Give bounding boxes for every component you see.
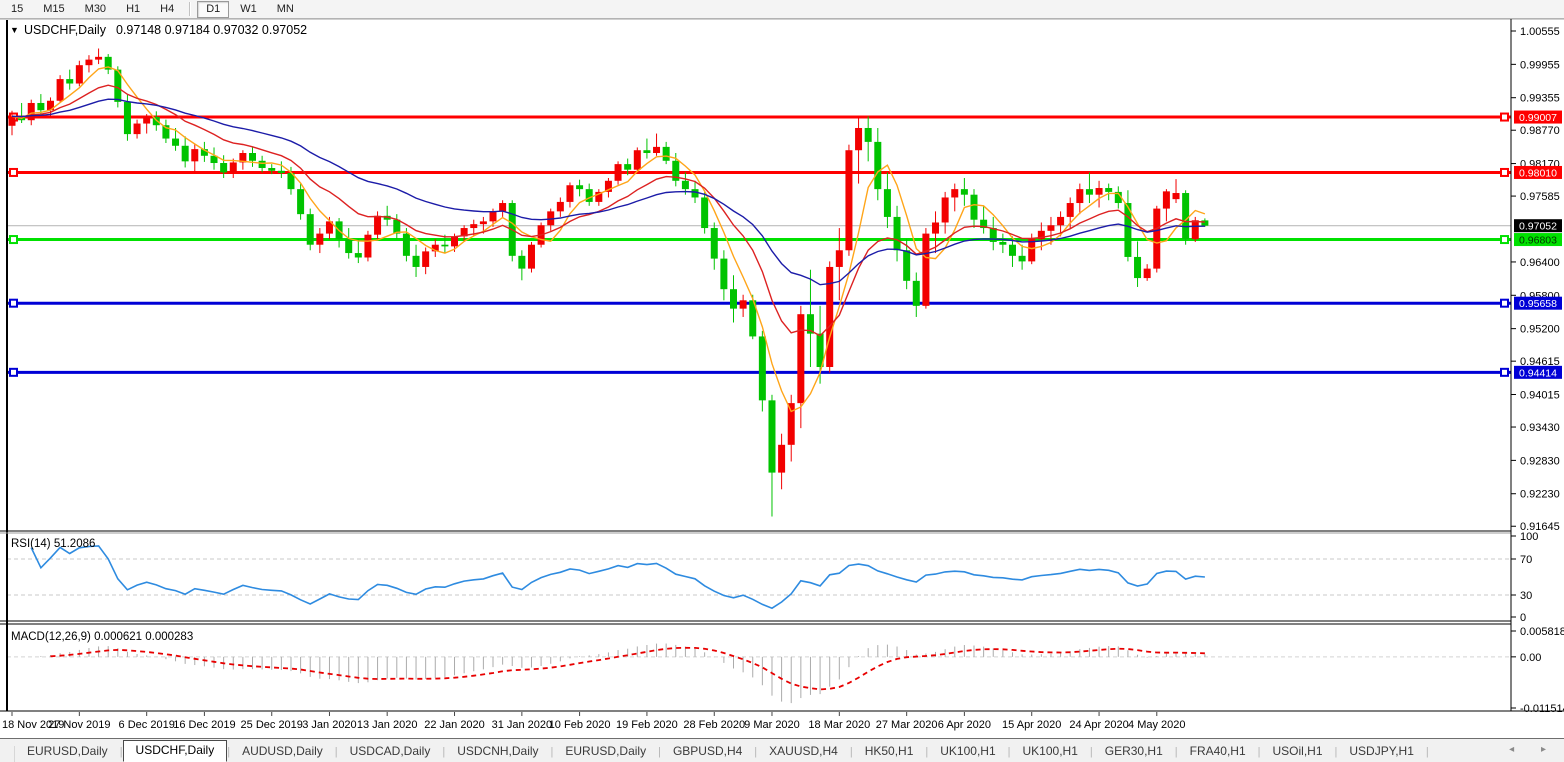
line-handle[interactable] [1501,114,1508,121]
tab-strip-edge [0,746,15,762]
macd-tick-label: 0.00 [1520,652,1541,664]
timeframe-button-mn[interactable]: MN [268,1,303,18]
chart-tab-usdchf-daily[interactable]: USDCHF,Daily [123,740,228,762]
date-tick-label: 6 Dec 2019 [119,719,175,731]
timeframe-button-d1[interactable]: D1 [197,1,229,18]
date-tick-label: 16 Dec 2019 [173,719,235,731]
chart-tab-ger30-h1[interactable]: GER30,H1 [1093,741,1175,762]
date-tick-label: 15 Apr 2020 [1002,719,1061,731]
rsi-tick-label: 30 [1520,590,1532,602]
rsi-tick-label: 0 [1520,612,1526,624]
timeframe-toolbar: 15M15M30H1H4 D1W1MN [0,0,1564,19]
price-tick-label: 1.00555 [1520,26,1560,38]
price-line-badge: 0.99007 [1514,111,1562,125]
line-handle[interactable] [10,369,17,376]
date-tick-label: 27 Nov 2019 [48,719,110,731]
price-line-badge: 0.98010 [1514,166,1562,180]
rsi-label: RSI(14) 51.2086 [11,538,95,550]
timeframe-button-w1[interactable]: W1 [231,1,266,18]
date-tick-label: 27 Mar 2020 [876,719,938,731]
svg-text:0.96803: 0.96803 [1519,235,1557,247]
chart-tab-fra40-h1[interactable]: FRA40,H1 [1178,741,1258,762]
line-handle[interactable] [1501,369,1508,376]
chart-tab-usdjpy-h1[interactable]: USDJPY,H1 [1337,741,1425,762]
chart-tab-xauusd-h4[interactable]: XAUUSD,H4 [757,741,850,762]
candlestick-chart[interactable]: 1.005550.999550.993550.987700.981700.975… [0,19,1564,738]
chart-tab-usdcnh-daily[interactable]: USDCNH,Daily [445,741,550,762]
timeframe-button-h4[interactable]: H4 [151,1,183,18]
line-handle[interactable] [1501,236,1508,243]
line-handle[interactable] [1501,300,1508,307]
price-line-badge: 0.96803 [1514,233,1562,247]
date-tick-label: 18 Mar 2020 [808,719,870,731]
date-tick-label: 10 Feb 2020 [549,719,611,731]
tab-scroll-arrows[interactable]: ◂ ▸ [1509,744,1558,755]
chart-tab-usoil-h1[interactable]: USOil,H1 [1261,741,1335,762]
timeframe-button-15[interactable]: 15 [2,1,32,18]
svg-text:0.98010: 0.98010 [1519,167,1557,179]
timeframe-button-m15[interactable]: M15 [34,1,73,18]
date-tick-label: 31 Jan 2020 [492,719,553,731]
date-tick-label: 25 Dec 2019 [241,719,303,731]
chart-tab-usdcad-daily[interactable]: USDCAD,Daily [338,741,443,762]
chart-tab-audusd-daily[interactable]: AUDUSD,Daily [230,741,335,762]
line-handle[interactable] [1501,169,1508,176]
chart-title: USDCHF,Daily0.97148 0.97184 0.97032 0.97… [24,23,307,37]
chart-tab-gbpusd-h4[interactable]: GBPUSD,H4 [661,741,754,762]
current-price-badge: 0.97052 [1514,219,1562,233]
price-tick-label: 0.94015 [1520,390,1560,402]
chart-tab-bar: EURUSD,Daily|USDCHF,Daily|AUDUSD,Daily|U… [0,738,1564,762]
date-tick-label: 24 Apr 2020 [1069,719,1128,731]
chart-tab-uk100-h1[interactable]: UK100,H1 [1011,741,1090,762]
rsi-tick-label: 100 [1520,531,1538,543]
price-tick-label: 0.98770 [1520,125,1560,137]
svg-text:0.99007: 0.99007 [1519,112,1557,124]
date-tick-label: 13 Jan 2020 [357,719,418,731]
rsi-tick-label: 70 [1520,554,1532,566]
chart-tab-uk100-h1[interactable]: UK100,H1 [928,741,1007,762]
date-tick-label: 4 May 2020 [1128,719,1185,731]
date-tick-label: 19 Feb 2020 [616,719,678,731]
svg-text:0.97052: 0.97052 [1519,221,1557,233]
timeframe-button-m30[interactable]: M30 [76,1,115,18]
tab-separator: | [1426,746,1429,762]
chart-window: 1.005550.999550.993550.987700.981700.975… [0,19,1564,738]
svg-text:0.95658: 0.95658 [1519,298,1557,310]
macd-tick-label: -0.011514 [1520,703,1564,715]
date-tick-label: 3 Jan 2020 [302,719,356,731]
chart-tab-eurusd-daily[interactable]: EURUSD,Daily [553,741,658,762]
chart-collapse-icon[interactable]: ▼ [10,25,19,35]
line-handle[interactable] [10,169,17,176]
macd-tick-label: 0.005818 [1520,626,1564,638]
chart-tab-hk50-h1[interactable]: HK50,H1 [853,741,926,762]
date-tick-label: 6 Apr 2020 [938,719,991,731]
price-tick-label: 0.92230 [1520,489,1560,501]
price-tick-label: 0.93430 [1520,422,1560,434]
price-line-badge: 0.95658 [1514,297,1562,311]
date-tick-label: 9 Mar 2020 [744,719,800,731]
price-line-badge: 0.94414 [1514,366,1562,380]
svg-text:0.94414: 0.94414 [1519,367,1557,379]
line-handle[interactable] [10,236,17,243]
price-tick-label: 0.92830 [1520,455,1560,467]
price-tick-label: 0.97585 [1520,191,1560,203]
date-tick-label: 22 Jan 2020 [424,719,485,731]
line-handle[interactable] [10,300,17,307]
date-tick-label: 28 Feb 2020 [683,719,745,731]
toolbar-separator [189,2,191,16]
price-tick-label: 0.99955 [1520,59,1560,71]
price-tick-label: 0.95200 [1520,324,1560,336]
price-tick-label: 0.96400 [1520,257,1560,269]
macd-label: MACD(12,26,9) 0.000621 0.000283 [11,631,193,643]
price-tick-label: 0.99355 [1520,93,1560,105]
chart-tab-eurusd-daily[interactable]: EURUSD,Daily [15,741,120,762]
timeframe-button-h1[interactable]: H1 [117,1,149,18]
